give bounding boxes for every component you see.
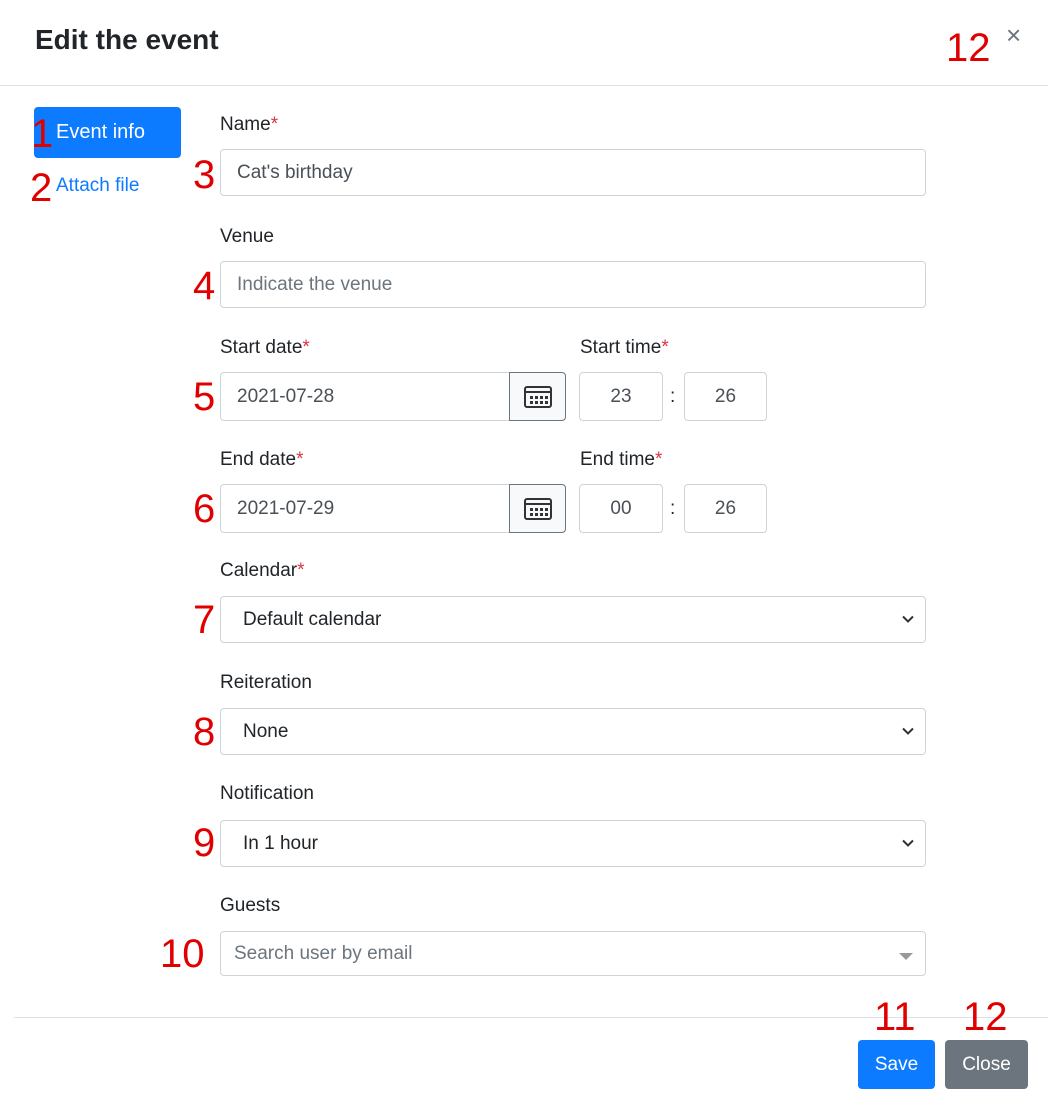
required-marker: * [297, 560, 305, 581]
required-marker: * [302, 337, 310, 358]
end-time-label: End time* [580, 449, 662, 471]
annotation-number: 1 [31, 112, 54, 156]
start-date-input[interactable]: 2021-07-28 [220, 372, 512, 421]
notification-select-value: In 1 hour [243, 832, 318, 854]
required-marker: * [661, 337, 669, 358]
required-marker: * [270, 114, 279, 135]
time-separator: : [670, 498, 676, 519]
calendar-label-text: Calendar [220, 560, 298, 581]
venue-label: Venue [220, 226, 274, 247]
end-date-value: 2021-07-29 [237, 497, 335, 519]
start-date-picker-button[interactable] [509, 372, 566, 421]
chevron-down-icon [902, 839, 914, 847]
annotation-number: 12 [963, 995, 1008, 1039]
modal-title: Edit the event [35, 24, 219, 55]
annotation-number: 5 [193, 375, 216, 419]
start-time-label-text: Start time [580, 337, 662, 358]
save-button[interactable]: Save [858, 1040, 935, 1089]
caret-down-icon [899, 953, 913, 960]
modal-header: Edit the event × [0, 0, 1048, 86]
notification-label: Notification [220, 783, 314, 804]
annotation-number: 3 [193, 153, 216, 197]
guests-search-input[interactable]: Search user by email [220, 931, 926, 976]
name-label-text: Name [220, 114, 271, 135]
tab-attach-file[interactable]: Attach file [56, 175, 139, 197]
calendar-icon [523, 385, 552, 408]
end-date-input[interactable]: 2021-07-29 [220, 484, 512, 533]
calendar-label: Calendar* [220, 560, 305, 582]
required-marker: * [654, 449, 663, 470]
end-date-label: End date* [220, 449, 303, 471]
close-icon[interactable]: × [1006, 22, 1021, 48]
start-minute-input[interactable]: 26 [684, 372, 767, 421]
annotation-number: 6 [193, 487, 216, 531]
venue-input[interactable]: Indicate the venue [220, 261, 926, 308]
annotation-number: 2 [30, 166, 53, 210]
name-input[interactable]: Cat's birthday [220, 149, 926, 196]
reiteration-label: Reiteration [220, 672, 312, 693]
name-label: Name* [220, 114, 278, 136]
name-input-value: Cat's birthday [237, 161, 353, 183]
reiteration-select[interactable]: None [220, 708, 926, 755]
start-date-value: 2021-07-28 [237, 385, 335, 407]
notification-select[interactable]: In 1 hour [220, 820, 926, 867]
annotation-number: 12 [946, 26, 991, 70]
end-minute-input[interactable]: 26 [684, 484, 767, 533]
start-date-label: Start date* [220, 337, 310, 359]
calendar-select-value: Default calendar [243, 608, 382, 630]
start-hour-input[interactable]: 23 [579, 372, 663, 421]
end-hour-input[interactable]: 00 [579, 484, 663, 533]
end-date-label-text: End date [220, 449, 297, 470]
venue-placeholder: Indicate the venue [237, 273, 393, 295]
reiteration-select-value: None [243, 720, 289, 742]
end-date-picker-button[interactable] [509, 484, 566, 533]
close-button[interactable]: Close [945, 1040, 1028, 1089]
calendar-select[interactable]: Default calendar [220, 596, 926, 643]
tab-event-info[interactable]: Event info [34, 107, 181, 158]
chevron-down-icon [902, 727, 914, 735]
end-time-label-text: End time [580, 449, 655, 470]
annotation-number: 7 [193, 598, 216, 642]
calendar-icon [523, 497, 552, 520]
annotation-number: 4 [193, 264, 216, 308]
required-marker: * [296, 449, 304, 470]
guests-label: Guests [220, 895, 281, 916]
annotation-number: 9 [193, 821, 216, 865]
guests-placeholder: Search user by email [234, 942, 413, 964]
start-date-label-text: Start date [220, 337, 303, 358]
annotation-number: 11 [874, 995, 916, 1039]
annotation-number: 10 [160, 932, 205, 976]
chevron-down-icon [902, 615, 914, 623]
annotation-number: 8 [193, 710, 216, 754]
start-time-label: Start time* [580, 337, 669, 359]
time-separator: : [670, 386, 676, 407]
